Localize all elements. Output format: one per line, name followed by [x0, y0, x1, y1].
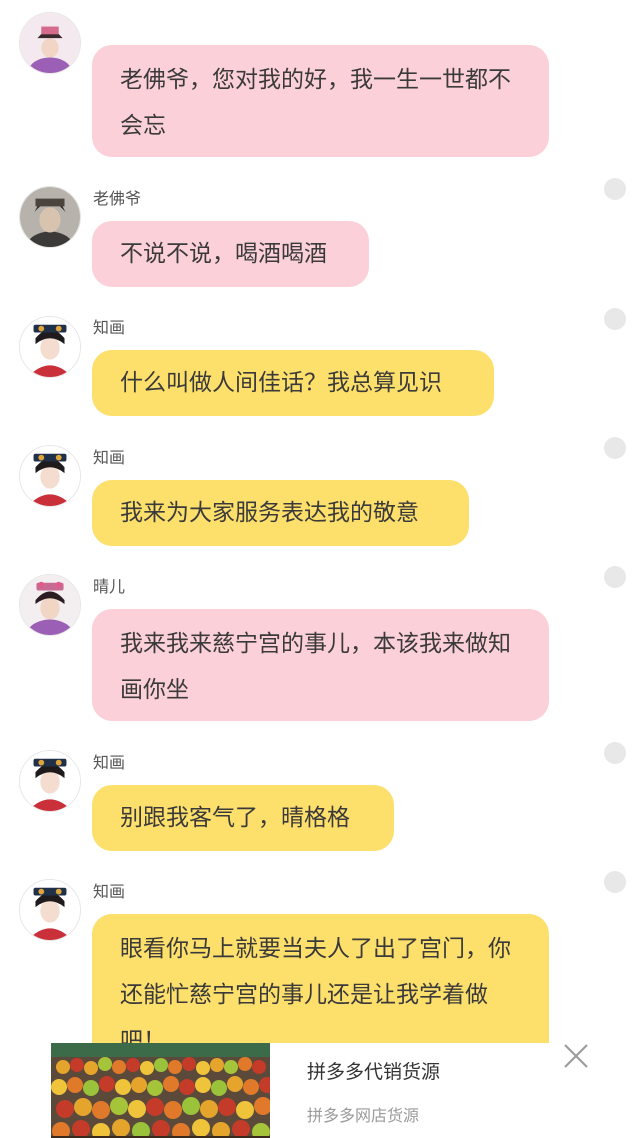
avatar-zhihua[interactable] [19, 879, 81, 941]
status-dot [604, 871, 626, 893]
sender-name: 知画 [93, 318, 126, 337]
avatar-zhihua[interactable] [19, 316, 81, 378]
message-text: 不说不说，喝酒喝酒 [120, 241, 327, 267]
chat-message: 知画 什么叫做人间佳话？我总算见识 [0, 305, 640, 425]
message-bubble[interactable]: 老佛爷，您对我的好，我一生一世都不会忘 [92, 45, 549, 157]
chat-message: 知画 我来为大家服务表达我的敬意 [0, 435, 640, 555]
status-dot [604, 742, 626, 764]
ad-banner[interactable]: 拼多多代销货源 拼多多网店货源 [51, 1043, 611, 1138]
chat-message: 老佛爷 不说不说，喝酒喝酒 [0, 175, 640, 295]
message-bubble[interactable]: 不说不说，喝酒喝酒 [92, 221, 369, 287]
status-dot [604, 437, 626, 459]
chat-message: 晴儿 我来我来慈宁宫的事儿，本该我来做知画你坐 [0, 565, 640, 730]
close-icon[interactable] [563, 1043, 589, 1069]
fruit-stand-image[interactable] [51, 1043, 270, 1138]
status-dot [604, 308, 626, 330]
status-dot [604, 178, 626, 200]
message-text: 什么叫做人间佳话？我总算见识 [120, 370, 442, 396]
message-bubble[interactable]: 别跟我客气了，晴格格 [92, 785, 394, 851]
message-text: 老佛爷，您对我的好，我一生一世都不会忘 [120, 67, 511, 139]
avatar-laofoye[interactable] [19, 186, 81, 248]
avatar-zhihua[interactable] [19, 445, 81, 507]
message-text: 别跟我客气了，晴格格 [120, 805, 350, 831]
chat-message: 老佛爷，您对我的好，我一生一世都不会忘 [0, 0, 640, 165]
sender-name: 知画 [93, 753, 126, 772]
avatar-qinger[interactable] [19, 574, 81, 636]
message-bubble[interactable]: 我来我来慈宁宫的事儿，本该我来做知画你坐 [92, 609, 549, 721]
chat-message: 知画 别跟我客气了，晴格格 [0, 740, 640, 860]
ad-subtitle[interactable]: 拼多多网店货源 [307, 1102, 419, 1126]
avatar-zhihua[interactable] [19, 750, 81, 812]
avatar-qinger[interactable] [19, 12, 81, 74]
message-text: 我来为大家服务表达我的敬意 [120, 500, 419, 526]
sender-name: 老佛爷 [93, 189, 142, 208]
sender-name: 晴儿 [93, 577, 126, 596]
ad-title[interactable]: 拼多多代销货源 [307, 1057, 440, 1084]
message-text: 眼看你马上就要当夫人了出了宫门，你还能忙慈宁宫的事儿还是让我学着做吧！ [120, 936, 511, 1054]
chat-list[interactable]: 老佛爷，您对我的好，我一生一世都不会忘 老佛爷 不说不说，喝酒喝酒 知画 什么叫… [0, 0, 640, 1138]
sender-name: 知画 [93, 448, 126, 467]
message-text: 我来我来慈宁宫的事儿，本该我来做知画你坐 [120, 631, 511, 703]
sender-name: 知画 [93, 882, 126, 901]
message-bubble[interactable]: 我来为大家服务表达我的敬意 [92, 480, 469, 546]
message-bubble[interactable]: 什么叫做人间佳话？我总算见识 [92, 350, 494, 416]
status-dot [604, 566, 626, 588]
